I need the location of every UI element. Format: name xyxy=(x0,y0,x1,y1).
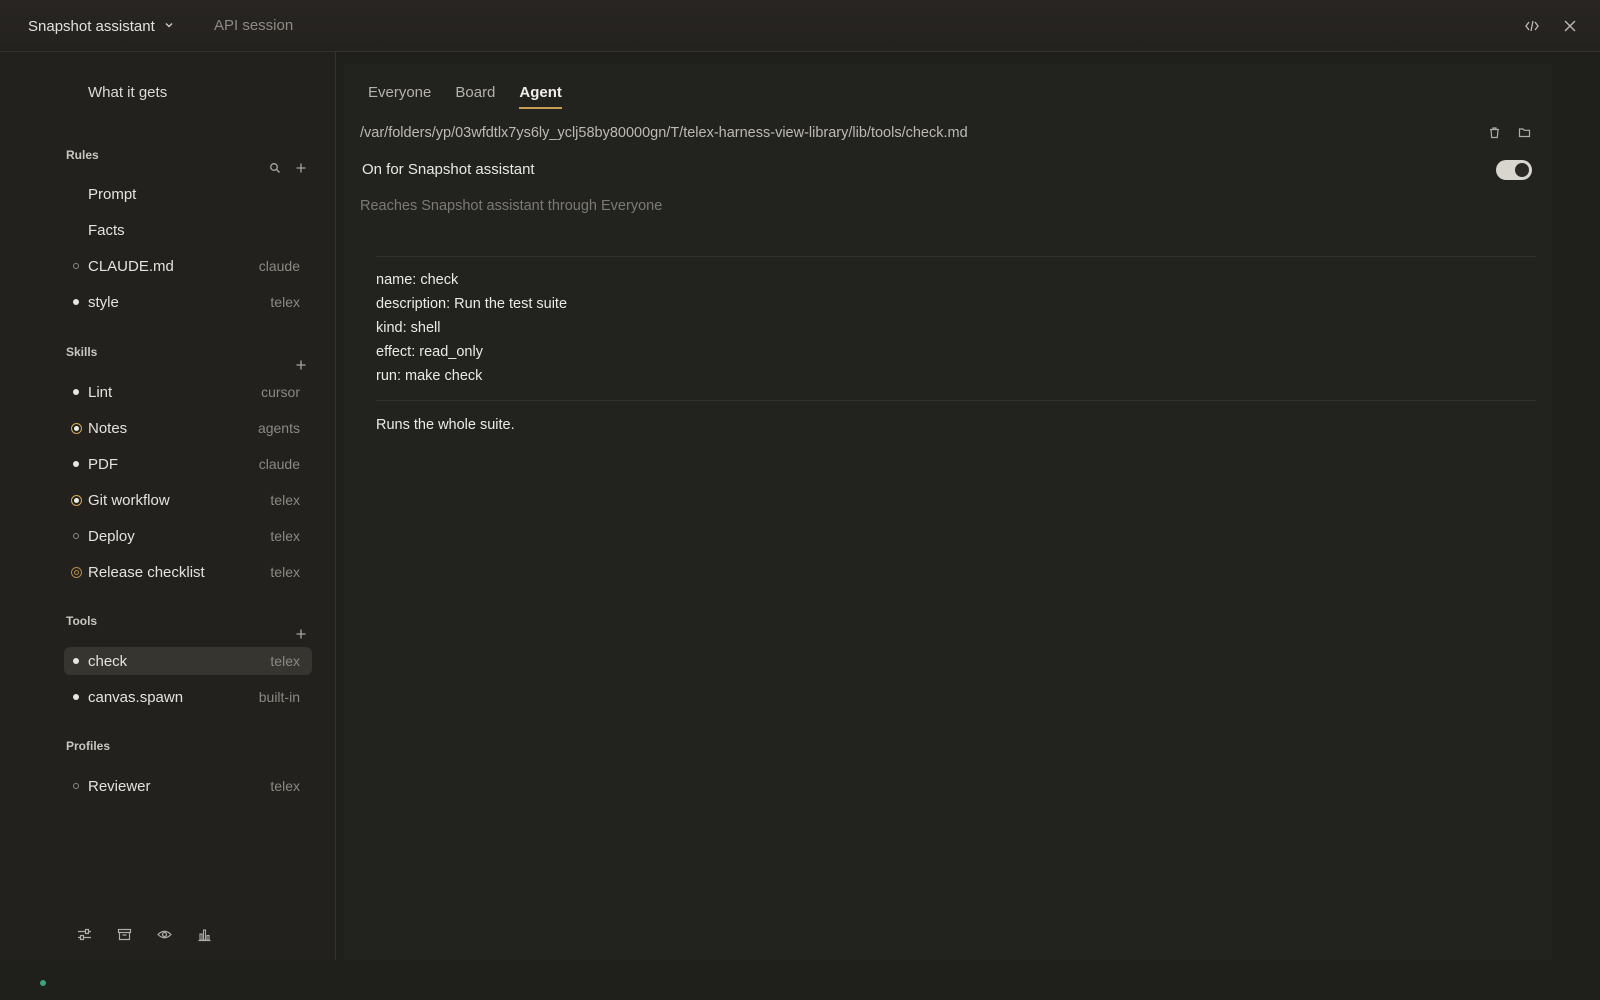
item-source: telex xyxy=(270,564,300,580)
item-source: telex xyxy=(270,294,300,310)
item-source: telex xyxy=(270,778,300,794)
enabled-for-label: On for Snapshot assistant xyxy=(362,161,535,178)
add-skill-icon[interactable] xyxy=(295,359,307,371)
item-label: Reviewer xyxy=(88,777,151,795)
item-label: Notes xyxy=(88,419,128,437)
rule-item-style[interactable]: style telex xyxy=(64,288,312,316)
toggle-knob xyxy=(1515,163,1529,177)
session-label[interactable]: API session xyxy=(214,17,293,34)
rules-actions xyxy=(269,162,307,174)
profile-item-reviewer[interactable]: Reviewer telex xyxy=(64,772,312,800)
status-dot-icon xyxy=(64,252,88,280)
status-dot-icon xyxy=(64,288,88,316)
item-source: telex xyxy=(270,492,300,508)
status-dot-icon xyxy=(64,772,88,800)
rule-item-facts[interactable]: Facts xyxy=(64,216,312,244)
tool-item-check[interactable]: check telex xyxy=(64,647,312,675)
item-label: Git workflow xyxy=(88,491,170,509)
sidebar: What it gets Rules Prompt Facts CLAUDE.m… xyxy=(0,52,336,960)
frontmatter-line: description: Run the test suite xyxy=(376,296,568,312)
archive-icon[interactable] xyxy=(114,924,134,944)
item-label: Lint xyxy=(88,383,113,401)
top-bar: Snapshot assistant API session xyxy=(0,0,1600,52)
item-source: telex xyxy=(270,653,300,669)
tab-everyone[interactable]: Everyone xyxy=(368,84,431,109)
status-dot-icon xyxy=(64,647,88,675)
add-rule-icon[interactable] xyxy=(295,162,307,174)
tools-actions xyxy=(295,628,307,640)
item-label: CLAUDE.md xyxy=(88,257,174,275)
skills-heading: Skills xyxy=(66,345,98,359)
item-label: canvas.spawn xyxy=(88,688,184,706)
item-source: claude xyxy=(258,456,300,472)
code-toggle-icon[interactable] xyxy=(1522,16,1542,36)
frontmatter-line: kind: shell xyxy=(376,320,441,336)
skill-item-notes[interactable]: Notes agents xyxy=(64,414,312,442)
item-source: agents xyxy=(257,420,300,436)
item-label: check xyxy=(88,652,128,670)
rule-item-prompt[interactable]: Prompt xyxy=(64,180,312,208)
tab-agent[interactable]: Agent xyxy=(519,84,562,109)
audience-tabs: Everyone Board Agent xyxy=(368,84,562,109)
item-label: Deploy xyxy=(88,527,135,545)
chart-icon[interactable] xyxy=(194,924,214,944)
item-marker xyxy=(64,180,88,208)
item-source: claude xyxy=(258,258,300,274)
file-actions xyxy=(1486,124,1532,140)
frontmatter-line: effect: read_only xyxy=(376,344,483,360)
reach-description: Reaches Snapshot assistant through Every… xyxy=(360,198,663,214)
enabled-toggle[interactable] xyxy=(1496,160,1532,180)
frontmatter-block: name: check description: Run the test su… xyxy=(376,270,567,390)
folder-icon[interactable] xyxy=(1516,124,1532,140)
status-dot-icon xyxy=(64,450,88,478)
search-icon[interactable] xyxy=(269,162,281,174)
skill-item-lint[interactable]: Lint cursor xyxy=(64,378,312,406)
rule-item-claude-md[interactable]: CLAUDE.md claude xyxy=(64,252,312,280)
close-icon[interactable] xyxy=(1560,16,1580,36)
item-source: built-in xyxy=(258,689,300,705)
skill-item-pdf[interactable]: PDF claude xyxy=(64,450,312,478)
status-dot-icon xyxy=(64,378,88,406)
skill-item-git-workflow[interactable]: Git workflow telex xyxy=(64,486,312,514)
status-dot-icon xyxy=(64,683,88,711)
frontmatter-bottom-divider xyxy=(376,400,1536,401)
item-label: PDF xyxy=(88,455,118,473)
file-path: /var/folders/yp/03wfdtlx7ys6ly_yclj58by8… xyxy=(360,125,968,141)
document-body: Runs the whole suite. xyxy=(376,417,515,433)
status-dot-icon xyxy=(64,414,88,442)
item-source: telex xyxy=(270,528,300,544)
chevron-down-icon xyxy=(163,18,175,35)
skill-item-release-checklist[interactable]: Release checklist telex xyxy=(64,558,312,586)
frontmatter-line: name: check xyxy=(376,272,459,288)
what-it-gets-link[interactable]: What it gets xyxy=(88,84,167,101)
item-source: cursor xyxy=(261,384,300,400)
connection-status-indicator xyxy=(40,980,46,986)
status-dot-icon xyxy=(64,486,88,514)
frontmatter-line: run: make check xyxy=(376,368,483,384)
app-switcher[interactable]: Snapshot assistant xyxy=(28,16,175,36)
add-tool-icon[interactable] xyxy=(295,628,307,640)
sliders-icon[interactable] xyxy=(74,924,94,944)
skills-actions xyxy=(295,359,307,371)
tools-heading: Tools xyxy=(66,614,98,628)
item-marker xyxy=(64,216,88,244)
item-label: Prompt xyxy=(88,185,137,203)
item-label: Facts xyxy=(88,221,125,239)
item-label: style xyxy=(88,293,119,311)
skill-item-deploy[interactable]: Deploy telex xyxy=(64,522,312,550)
tool-item-canvas-spawn[interactable]: canvas.spawn built-in xyxy=(64,683,312,711)
trash-icon[interactable] xyxy=(1486,124,1502,140)
item-label: Release checklist xyxy=(88,563,205,581)
rules-heading: Rules xyxy=(66,148,99,162)
eye-icon[interactable] xyxy=(154,924,174,944)
tab-board[interactable]: Board xyxy=(455,84,495,109)
detail-panel: Everyone Board Agent /var/folders/yp/03w… xyxy=(344,64,1552,960)
status-dot-icon xyxy=(64,558,88,586)
frontmatter-top-divider xyxy=(376,256,1536,257)
bottom-toolbar xyxy=(74,924,214,944)
profiles-heading: Profiles xyxy=(66,739,111,753)
app-name: Snapshot assistant xyxy=(28,17,155,35)
status-dot-icon xyxy=(64,522,88,550)
